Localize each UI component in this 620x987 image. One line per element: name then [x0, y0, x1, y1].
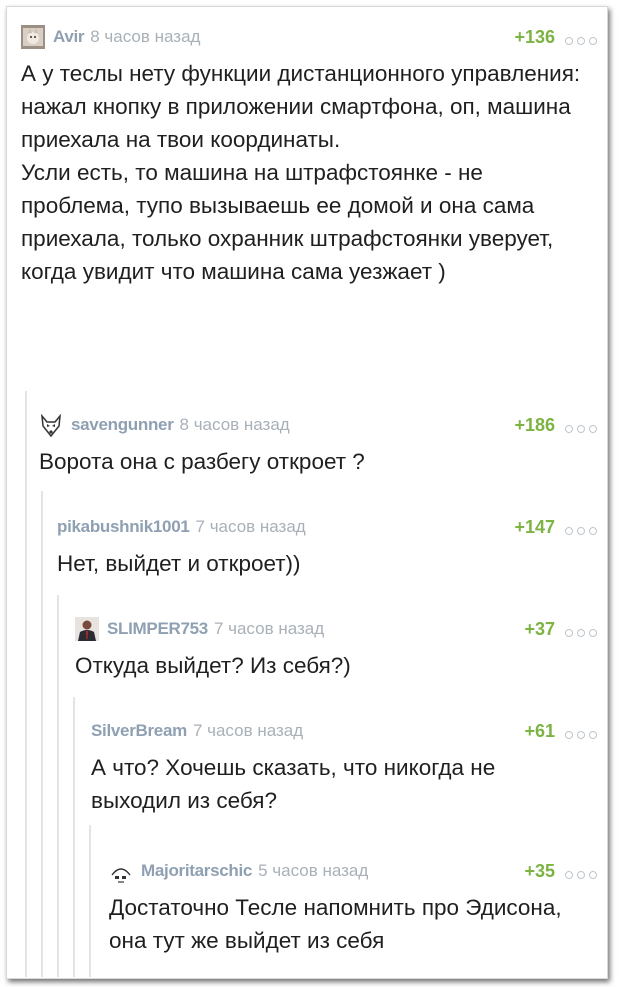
comment-rating: +186 [514, 415, 555, 435]
comment-text: А у теслы нету функции дистанционного уп… [21, 61, 581, 284]
comment-text: Откуда выйдет? Из себя?) [75, 653, 351, 678]
comment-text: А что? Хочешь сказать, что никогда не вы… [91, 755, 496, 813]
author-name[interactable]: SilverBream [91, 721, 187, 740]
comment-time: 8 часов назад [90, 27, 201, 46]
thread-line-4[interactable] [73, 697, 75, 977]
comment-rating: +147 [514, 517, 555, 537]
author-name[interactable]: SLIMPER753 [107, 619, 208, 638]
comment-author[interactable]: savengunner 8 часов назад [71, 415, 290, 435]
more-options-icon[interactable] [565, 866, 601, 879]
comment-text: Ворота она с разбегу откроет ? [39, 449, 365, 474]
comment: savengunner 8 часов назад +186 Ворота она… [39, 411, 601, 478]
comment-author[interactable]: pikabushnik1001 7 часов назад [57, 517, 306, 537]
thread-line-3[interactable] [57, 595, 59, 977]
comment-header: Avir 8 часов назад +136 [21, 23, 601, 53]
comment-rating: +61 [524, 721, 555, 741]
author-name[interactable]: Majoritarschic [141, 861, 252, 880]
cat-photo-avatar-icon[interactable] [21, 25, 45, 49]
comment-rating: +35 [524, 861, 555, 881]
comment-rating: +37 [524, 619, 555, 639]
comment-time: 7 часов назад [195, 517, 306, 536]
comment-author[interactable]: SLIMPER753 7 часов назад [107, 619, 324, 639]
comment: SilverBream 7 часов назад +61 А что? Хоче… [91, 717, 601, 817]
thread-line-2[interactable] [41, 491, 43, 977]
thread-line-5[interactable] [89, 825, 91, 977]
author-name[interactable]: pikabushnik1001 [57, 517, 190, 536]
comment-author[interactable]: Majoritarschic 5 часов назад [141, 861, 368, 881]
comment-header: SLIMPER753 7 часов назад +37 [75, 615, 601, 645]
suit-man-avatar-icon[interactable] [75, 617, 99, 641]
more-options-icon[interactable] [565, 624, 601, 637]
comment-author[interactable]: Avir 8 часов назад [53, 27, 200, 47]
wolf-avatar-icon[interactable] [39, 414, 63, 438]
comment-author[interactable]: SilverBream 7 часов назад [91, 721, 303, 741]
more-options-icon[interactable] [565, 726, 601, 739]
thread-line-1[interactable] [25, 391, 27, 977]
comment-text: Достаточно Тесле напомнить про Эдисона, … [109, 895, 562, 953]
comment-header: SilverBream 7 часов назад +61 [91, 717, 601, 747]
comment-rating: +136 [514, 27, 555, 47]
author-name[interactable]: Avir [53, 27, 85, 46]
face-sketch-avatar-icon[interactable] [109, 861, 133, 885]
more-options-icon[interactable] [565, 522, 601, 535]
comment: Majoritarschic 5 часов назад +35 Достаточ… [109, 857, 601, 957]
comment-time: 8 часов назад [179, 415, 290, 434]
more-options-icon[interactable] [565, 420, 601, 433]
comment-thread: Avir 8 часов назад +136 А у теслы нету фу… [6, 6, 608, 979]
comment-text: Нет, выйдет и откроет)) [57, 551, 301, 576]
comment: pikabushnik1001 7 часов назад +147 Нет, в… [57, 513, 601, 580]
comment-header: Majoritarschic 5 часов назад +35 [109, 857, 601, 887]
comment-header: pikabushnik1001 7 часов назад +147 [57, 513, 601, 543]
comment-time: 5 часов назад [258, 861, 369, 880]
author-name[interactable]: savengunner [71, 415, 174, 434]
comment-header: savengunner 8 часов назад +186 [39, 411, 601, 441]
comment: Avir 8 часов назад +136 А у теслы нету фу… [21, 23, 601, 288]
comment-time: 7 часов назад [192, 721, 304, 740]
more-options-icon[interactable] [565, 32, 601, 45]
comment: SLIMPER753 7 часов назад +37 Откуда выйде… [75, 615, 601, 682]
comment-time: 7 часов назад [213, 619, 325, 638]
